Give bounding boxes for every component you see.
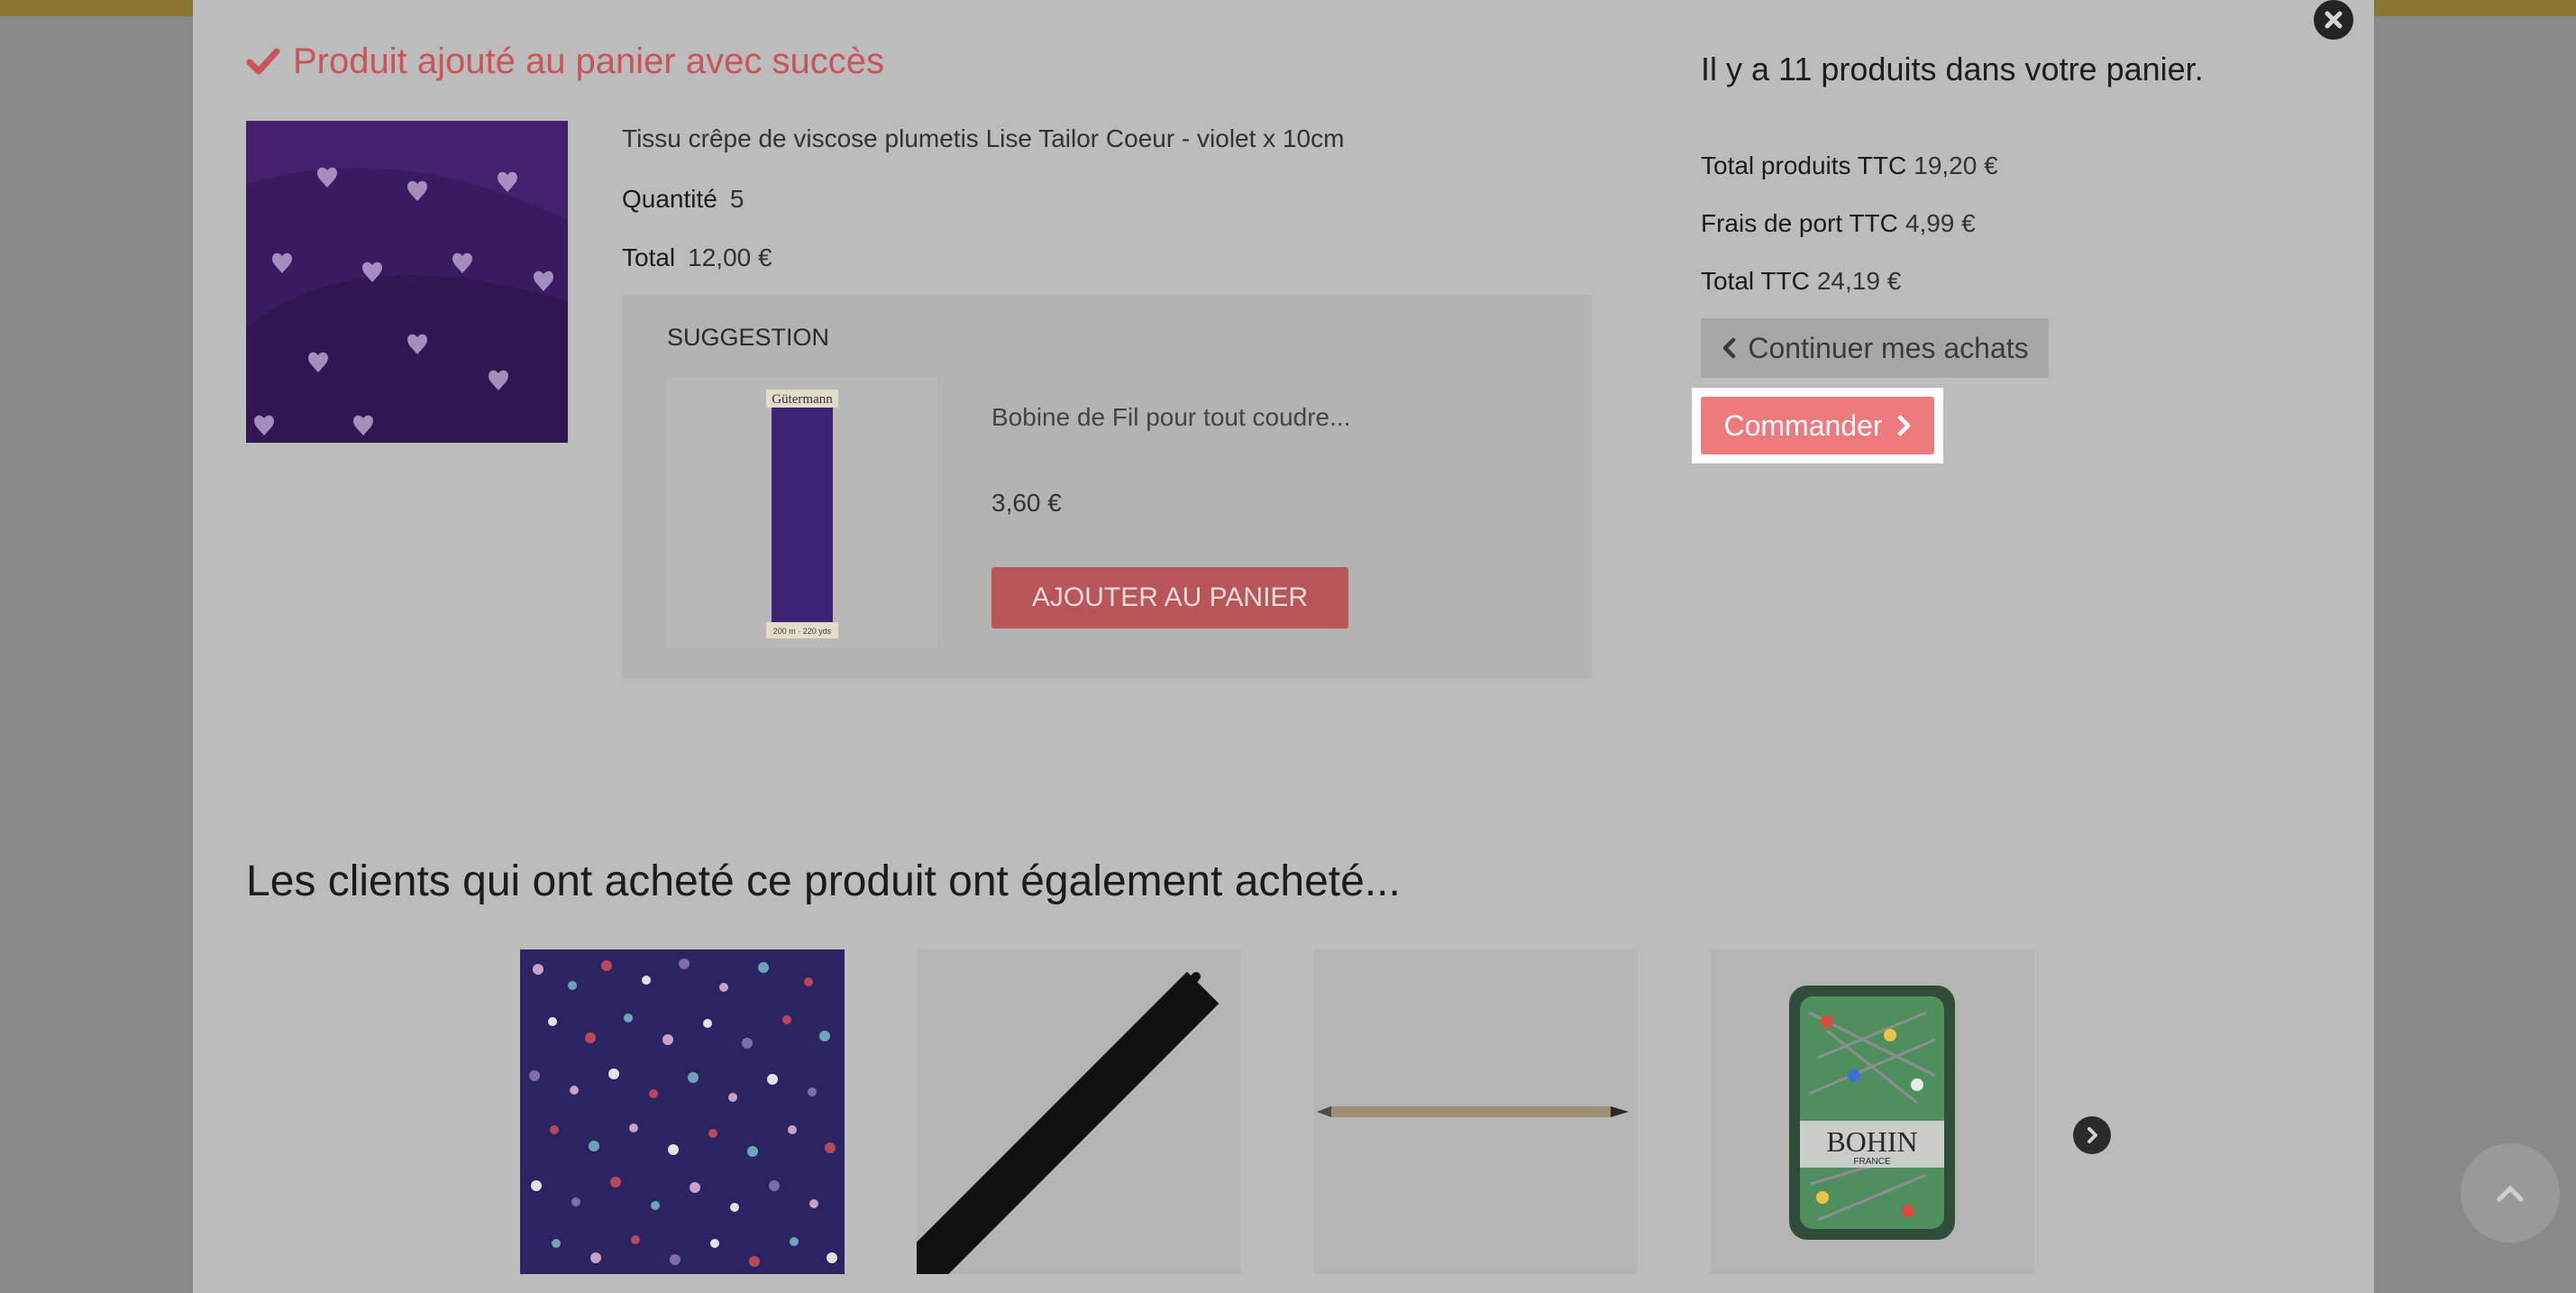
product-quantity: Quantité 5	[622, 185, 744, 214]
grand-total-value: 24,19 €	[1816, 267, 1902, 295]
cart-count-text: Il y a 11 produits dans votre panier.	[1701, 50, 2204, 87]
shipping-label: Frais de port TTC	[1701, 209, 1898, 237]
suggestion-title: SUGGESTION	[667, 324, 830, 351]
success-message: Produit ajouté au panier avec succès	[246, 36, 884, 87]
check-icon	[246, 48, 280, 75]
close-icon	[2325, 11, 2343, 29]
close-modal-button[interactable]	[2314, 0, 2353, 40]
carousel-item-dotted-fabric[interactable]	[520, 949, 845, 1274]
carousel-item-pin-box[interactable]: BOHIN FRANCE	[1710, 949, 2034, 1274]
continue-shopping-label: Continuer mes achats	[1748, 331, 2029, 364]
carousel-item-zipper[interactable]	[917, 949, 1241, 1274]
svg-text:Gütermann: Gütermann	[772, 392, 833, 407]
add-to-cart-button[interactable]: AJOUTER AU PANIER	[991, 567, 1348, 628]
quantity-value: 5	[729, 185, 744, 213]
carousel-item-pencil[interactable]	[1313, 949, 1638, 1274]
grand-total-line: Total TTC 24,19 €	[1701, 267, 1901, 296]
suggestion-image[interactable]: Gütermann 200 m · 220 yds	[667, 378, 937, 648]
chevron-right-icon	[1897, 415, 1910, 436]
total-label: Total	[622, 243, 676, 271]
suggestion-product-name[interactable]: Bobine de Fil pour tout coudre...	[991, 403, 1350, 432]
chevron-left-icon	[1723, 337, 1736, 359]
grand-total-label: Total TTC	[1701, 267, 1810, 295]
order-button-label: Commander	[1723, 408, 1883, 442]
product-image	[246, 121, 568, 443]
order-button[interactable]: Commander	[1701, 397, 1934, 454]
success-text: Produit ajouté au panier avec succès	[293, 41, 884, 81]
suggestion-price: 3,60 €	[991, 489, 1062, 517]
product-name: Tissu crêpe de viscose plumetis Lise Tai…	[622, 124, 1345, 152]
total-value: 12,00 €	[688, 243, 772, 271]
chevron-right-icon	[2087, 1127, 2097, 1143]
svg-text:BOHIN: BOHIN	[1826, 1125, 1917, 1158]
scroll-to-top-button[interactable]	[2461, 1143, 2560, 1243]
suggestion-box: SUGGESTION Gütermann 200 m · 220 yds Bob…	[622, 295, 1592, 679]
total-products-value: 19,20 €	[1914, 151, 1998, 179]
carousel-next-button[interactable]	[2073, 1116, 2111, 1154]
shipping-line: Frais de port TTC 4,99 €	[1701, 209, 1976, 238]
shipping-value: 4,99 €	[1905, 209, 1976, 237]
also-bought-title: Les clients qui ont acheté ce produit on…	[246, 857, 1401, 905]
total-products-label: Total produits TTC	[1701, 151, 1907, 179]
quantity-label: Quantité	[622, 185, 717, 213]
svg-text:200 m · 220 yds: 200 m · 220 yds	[773, 627, 832, 636]
product-total: Total 12,00 €	[622, 243, 772, 272]
continue-shopping-button[interactable]: Continuer mes achats	[1701, 318, 2049, 378]
svg-text:FRANCE: FRANCE	[1853, 1157, 1890, 1167]
total-products-line: Total produits TTC 19,20 €	[1701, 151, 1998, 180]
chevron-up-icon	[2497, 1185, 2524, 1202]
